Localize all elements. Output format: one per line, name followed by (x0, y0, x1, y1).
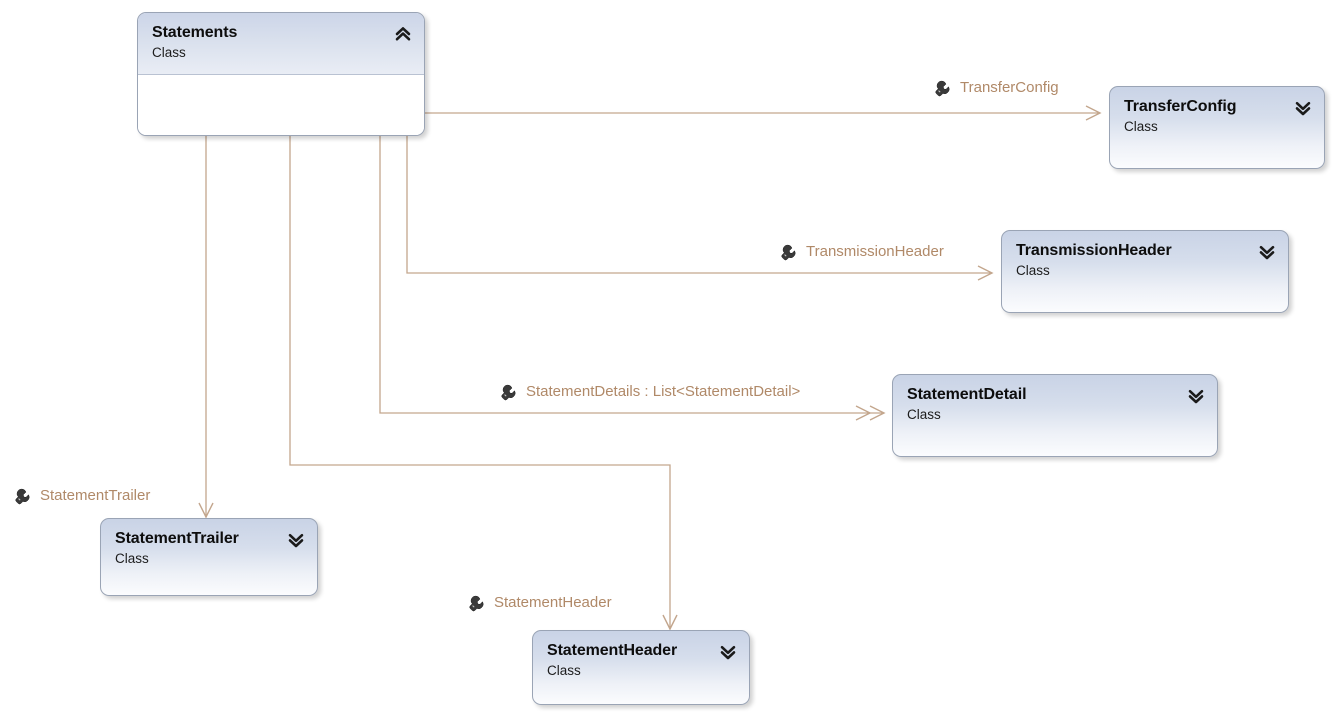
chevron-double-up-icon[interactable] (394, 25, 412, 43)
class-node-statement-trailer[interactable]: StatementTrailer Class (100, 518, 318, 596)
wrench-icon (468, 593, 488, 613)
association-label-text: StatementHeader (494, 594, 612, 611)
chevron-double-down-icon[interactable] (1187, 387, 1205, 405)
class-header: StatementHeader Class (533, 631, 749, 704)
class-stereotype: Class (1124, 119, 1158, 134)
association-label-statement-trailer: StatementTrailer (14, 486, 150, 506)
class-header: TransferConfig Class (1110, 87, 1324, 168)
class-stereotype: Class (115, 551, 149, 566)
association-label-transfer-config: TransferConfig (934, 78, 1059, 98)
class-header: Statements Class (138, 13, 424, 75)
class-name: StatementHeader (547, 642, 678, 659)
wrench-icon (934, 78, 954, 98)
connector-statement-details (379, 136, 886, 421)
wrench-icon (14, 486, 34, 506)
class-header: StatementTrailer Class (101, 519, 317, 595)
class-node-statement-header[interactable]: StatementHeader Class (532, 630, 750, 705)
association-label-text: TransferConfig (960, 79, 1059, 96)
class-name: StatementTrailer (115, 530, 239, 547)
chevron-double-down-icon[interactable] (287, 531, 305, 549)
association-label-text: StatementDetails : List<StatementDetail> (526, 383, 801, 400)
class-header: StatementDetail Class (893, 375, 1217, 456)
class-stereotype: Class (547, 663, 581, 678)
class-stereotype: Class (152, 45, 186, 60)
association-label-statement-header: StatementHeader (468, 593, 612, 613)
class-stereotype: Class (1016, 263, 1050, 278)
chevron-double-down-icon[interactable] (1258, 243, 1276, 261)
class-members-compartment (138, 75, 424, 135)
chevron-double-down-icon[interactable] (1294, 99, 1312, 117)
class-node-statements[interactable]: Statements Class (137, 12, 425, 136)
connector-statement-trailer (198, 136, 214, 519)
wrench-icon (500, 382, 520, 402)
wrench-icon (780, 242, 800, 262)
class-name: StatementDetail (907, 386, 1027, 403)
class-name: Statements (152, 24, 238, 41)
association-label-statement-details: StatementDetails : List<StatementDetail> (500, 382, 800, 402)
chevron-double-down-icon[interactable] (719, 643, 737, 661)
class-node-statement-detail[interactable]: StatementDetail Class (892, 374, 1218, 457)
association-label-transmission-header: TransmissionHeader (780, 242, 944, 262)
connector-transfer-config (425, 105, 1102, 121)
class-node-transfer-config[interactable]: TransferConfig Class (1109, 86, 1325, 169)
class-node-transmission-header[interactable]: TransmissionHeader Class (1001, 230, 1289, 313)
class-name: TransmissionHeader (1016, 242, 1172, 259)
class-header: TransmissionHeader Class (1002, 231, 1288, 312)
class-stereotype: Class (907, 407, 941, 422)
association-label-text: StatementTrailer (40, 487, 151, 504)
class-name: TransferConfig (1124, 98, 1237, 115)
class-diagram-canvas: TransferConfig TransmissionHeader Statem… (0, 0, 1338, 721)
association-label-text: TransmissionHeader (806, 243, 944, 260)
